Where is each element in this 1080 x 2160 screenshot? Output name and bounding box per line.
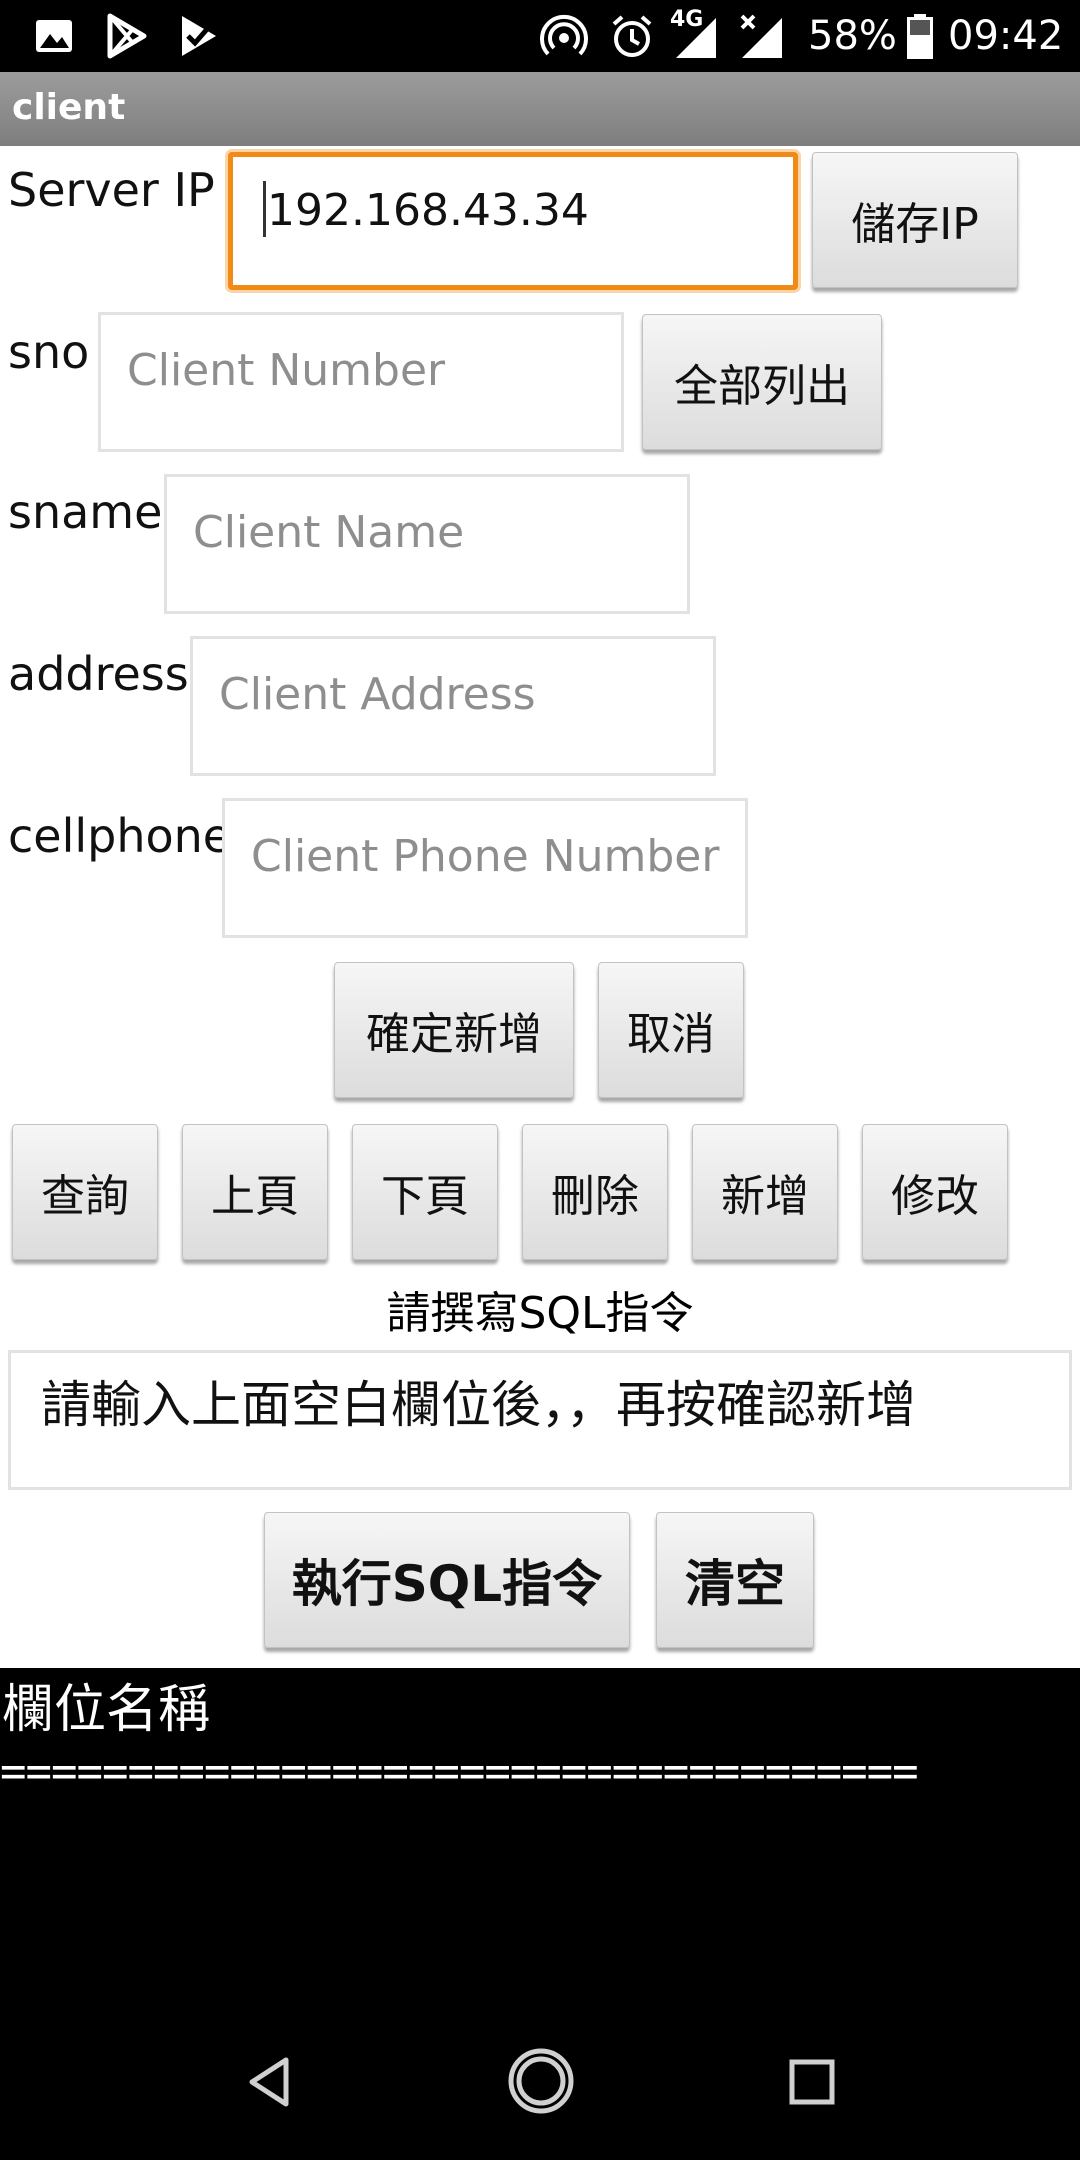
text-cursor: [263, 181, 266, 237]
address-label: address: [8, 647, 189, 701]
network-type-label: 4G: [670, 7, 704, 32]
client-address-field[interactable]: Client Address: [190, 636, 716, 776]
recents-icon[interactable]: [784, 2054, 840, 2110]
image-icon: [36, 20, 72, 52]
battery-icon: [907, 14, 933, 59]
output-separator: ====================================: [0, 1746, 919, 1797]
hotspot-icon: [540, 14, 588, 56]
list-all-button[interactable]: 全部列出: [642, 314, 882, 450]
home-icon[interactable]: [506, 2046, 576, 2116]
cancel-button[interactable]: 取消: [598, 962, 744, 1098]
back-icon[interactable]: [242, 2054, 298, 2110]
status-bar: 4G 58% 09:42: [0, 0, 1080, 72]
sno-label: sno: [8, 325, 90, 379]
title-bar: client: [0, 72, 1080, 146]
alarm-icon: [612, 15, 652, 57]
signal-x-icon: [740, 14, 782, 58]
client-number-field[interactable]: Client Number: [98, 312, 624, 452]
sname-label: sname: [8, 485, 163, 539]
download-check-icon: [182, 16, 216, 56]
client-phone-field[interactable]: Client Phone Number: [222, 798, 748, 938]
prev-page-button[interactable]: 上頁: [182, 1124, 328, 1260]
output-console: 欄位名稱 ===================================…: [0, 1668, 1080, 2160]
clear-button[interactable]: 清空: [656, 1512, 814, 1648]
battery-percent: 58%: [808, 13, 897, 59]
app-title: client: [12, 87, 126, 128]
cellphone-label: cellphone: [8, 809, 232, 863]
server-ip-input[interactable]: 192.168.43.34: [228, 152, 798, 290]
play-store-icon: [107, 13, 147, 59]
confirm-add-button[interactable]: 確定新增: [334, 962, 574, 1098]
add-button[interactable]: 新增: [692, 1124, 838, 1260]
server-ip-value: 192.168.43.34: [267, 185, 589, 236]
sql-caption: 請撰寫SQL指令: [386, 1288, 694, 1339]
server-ip-label: Server IP: [8, 163, 215, 217]
query-button[interactable]: 查詢: [12, 1124, 158, 1260]
sql-command-input[interactable]: 請輸入上面空白欄位後，，再按確認新增: [8, 1350, 1072, 1490]
save-ip-button[interactable]: 儲存IP: [812, 152, 1018, 288]
modify-button[interactable]: 修改: [862, 1124, 1008, 1260]
output-header: 欄位名稱: [2, 1680, 211, 1740]
execute-sql-button[interactable]: 執行SQL指令: [264, 1512, 630, 1648]
next-page-button[interactable]: 下頁: [352, 1124, 498, 1260]
delete-button[interactable]: 刪除: [522, 1124, 668, 1260]
client-name-field[interactable]: Client Name: [164, 474, 690, 614]
clock: 09:42: [948, 13, 1064, 59]
